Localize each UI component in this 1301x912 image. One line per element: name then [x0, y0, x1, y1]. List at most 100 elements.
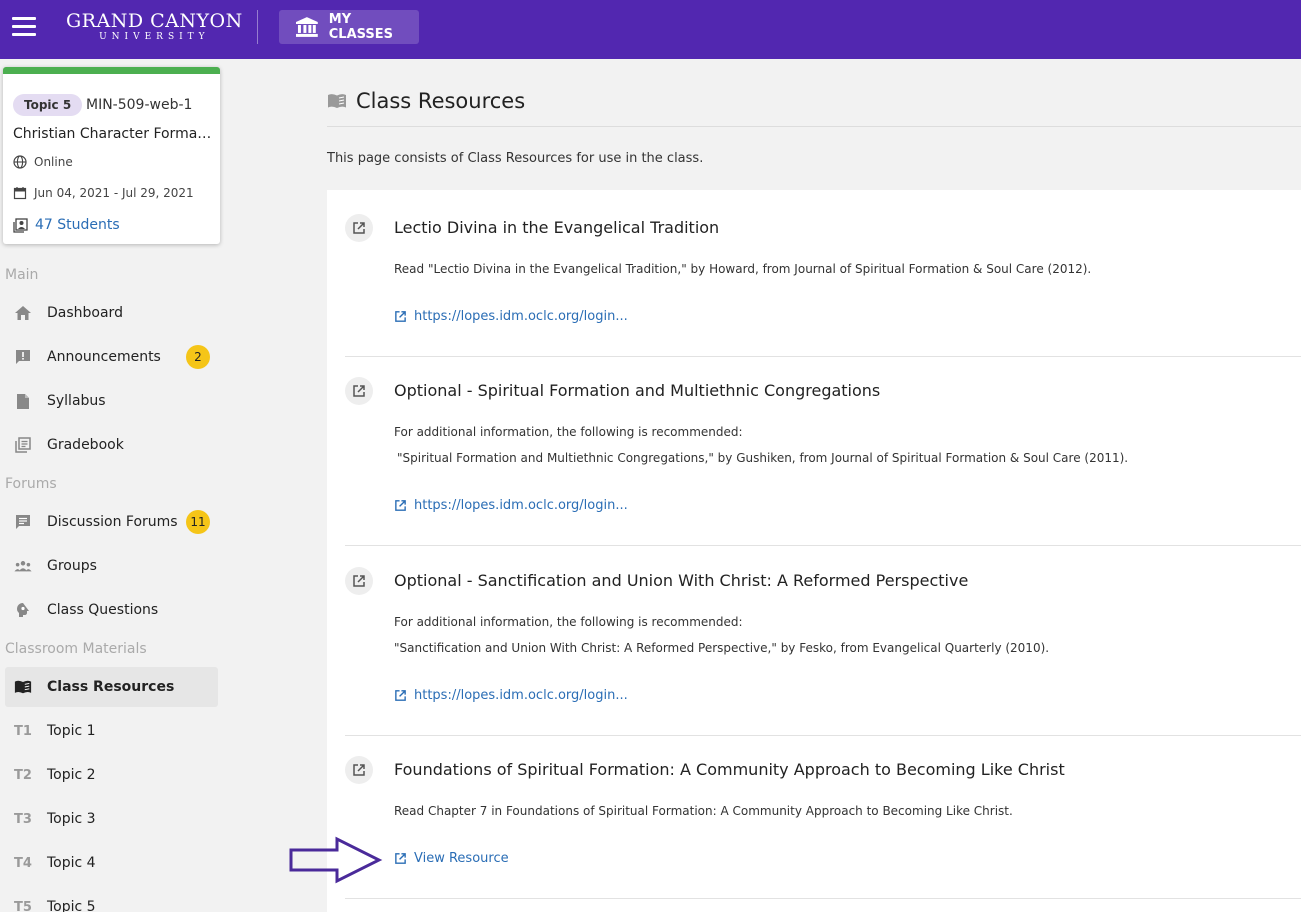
resource-description: Read "Lectio Divina in the Evangelical T…	[394, 262, 1092, 276]
menu-icon[interactable]	[12, 17, 36, 37]
logo-line1: GRAND CANYON	[66, 10, 243, 32]
home-icon	[14, 304, 32, 322]
sidebar: Topic 5 MIN-509-web-1 Christian Characte…	[0, 59, 233, 912]
title-divider	[327, 126, 1301, 127]
document-icon	[14, 392, 32, 410]
sidebar-item-label: Discussion Forums	[47, 514, 178, 530]
view-resource-link[interactable]: View Resource	[394, 851, 509, 866]
resource-divider	[345, 356, 1301, 357]
resource-title: Lectio Divina in the Evangelical Traditi…	[394, 218, 720, 237]
sidebar-item-label: Topic 2	[47, 767, 96, 783]
university-logo[interactable]: GRAND CANYON UNIVERSITY	[66, 10, 243, 42]
students-icon	[13, 217, 28, 233]
gradebook-icon	[14, 436, 32, 454]
sidebar-item-groups[interactable]: Groups	[5, 546, 218, 586]
external-link-icon[interactable]	[345, 567, 373, 595]
resource-title: Foundations of Spiritual Formation: A Co…	[394, 760, 1065, 779]
topic-code: T4	[14, 855, 32, 871]
resource-link[interactable]: https://lopes.idm.oclc.org/login...	[394, 498, 628, 513]
sidebar-item-topic-2[interactable]: T2 Topic 2	[5, 755, 218, 795]
sidebar-item-label: Topic 1	[47, 723, 96, 739]
resources-panel: Lectio Divina in the Evangelical Traditi…	[327, 190, 1301, 912]
sidebar-item-topic-1[interactable]: T1 Topic 1	[5, 711, 218, 751]
header-divider	[257, 10, 258, 44]
sidebar-item-label: Dashboard	[47, 305, 123, 321]
delivery-mode-text: Online	[34, 155, 73, 169]
logo-line2: UNIVERSITY	[99, 32, 210, 42]
resource-divider	[345, 898, 1301, 899]
date-range-text: Jun 04, 2021 - Jul 29, 2021	[34, 186, 194, 200]
book-icon	[328, 94, 346, 108]
sidebar-item-topic-5[interactable]: T5 Topic 5	[5, 887, 218, 912]
resource-link-text: View Resource	[414, 851, 509, 866]
resource-link-text: https://lopes.idm.oclc.org/login...	[414, 309, 628, 324]
section-materials-label: Classroom Materials	[5, 641, 147, 657]
resource-title: Optional - Sanctification and Union With…	[394, 571, 969, 590]
sidebar-item-dashboard[interactable]: Dashboard	[5, 293, 218, 333]
open-link-icon	[395, 853, 406, 864]
resource-description: Read Chapter 7 in Foundations of Spiritu…	[394, 804, 1013, 818]
open-link-icon	[395, 690, 406, 701]
students-link[interactable]: 47 Students	[13, 217, 120, 233]
sidebar-item-label: Gradebook	[47, 437, 124, 453]
sidebar-item-label: Topic 3	[47, 811, 96, 827]
top-bar: GRAND CANYON UNIVERSITY MY CLASSES	[0, 0, 1301, 59]
resource-link[interactable]: https://lopes.idm.oclc.org/login...	[394, 688, 628, 703]
sidebar-item-discussion-forums[interactable]: Discussion Forums 11	[5, 502, 218, 542]
open-link-icon	[395, 500, 406, 511]
section-forums-label: Forums	[5, 476, 57, 492]
calendar-icon	[13, 187, 27, 200]
my-classes-button[interactable]: MY CLASSES	[279, 10, 419, 44]
question-icon	[14, 601, 32, 619]
resource-title: Optional - Spiritual Formation and Multi…	[394, 381, 881, 400]
annotation-arrow-icon	[289, 836, 383, 884]
sidebar-item-label: Topic 4	[47, 855, 96, 871]
external-link-icon[interactable]	[345, 377, 373, 405]
topic-code: T1	[14, 723, 32, 739]
forums-count-badge: 11	[186, 510, 210, 534]
sidebar-item-topic-3[interactable]: T3 Topic 3	[5, 799, 218, 839]
topic-pill: Topic 5	[13, 94, 83, 116]
resource-description: For additional information, the followin…	[394, 425, 743, 439]
resource-link-text: https://lopes.idm.oclc.org/login...	[414, 498, 628, 513]
forum-icon	[14, 513, 32, 531]
globe-icon	[13, 155, 27, 169]
resource-divider	[345, 545, 1301, 546]
page-title-text: Class Resources	[356, 89, 526, 113]
main-content: Class Resources This page consists of Cl…	[233, 59, 1301, 912]
resource-citation: "Sanctification and Union With Christ: A…	[394, 641, 1050, 655]
resource-citation: "Spiritual Formation and Multiethnic Con…	[397, 451, 1129, 465]
topic-code: T5	[14, 899, 32, 912]
sidebar-item-syllabus[interactable]: Syllabus	[5, 381, 218, 421]
sidebar-item-label: Class Resources	[47, 679, 175, 695]
sidebar-item-class-questions[interactable]: Class Questions	[5, 590, 218, 630]
course-code: MIN-509-web-1	[86, 97, 193, 113]
resource-link-text: https://lopes.idm.oclc.org/login...	[414, 688, 628, 703]
topic-code: T2	[14, 767, 32, 783]
topic-code: T3	[14, 811, 32, 827]
sidebar-item-label: Class Questions	[47, 602, 159, 618]
page-intro: This page consists of Class Resources fo…	[327, 151, 704, 166]
institution-icon	[295, 17, 318, 37]
external-link-icon[interactable]	[345, 756, 373, 784]
announcement-icon	[14, 348, 32, 366]
groups-icon	[14, 557, 32, 575]
announcements-count-badge: 2	[186, 345, 210, 369]
book-icon	[14, 678, 32, 696]
sidebar-item-label: Announcements	[47, 349, 161, 365]
open-link-icon	[395, 311, 406, 322]
resource-description: For additional information, the followin…	[394, 615, 743, 629]
external-link-icon[interactable]	[345, 214, 373, 242]
sidebar-item-class-resources[interactable]: Class Resources	[5, 667, 218, 707]
sidebar-item-label: Groups	[47, 558, 97, 574]
sidebar-item-topic-4[interactable]: T4 Topic 4	[5, 843, 218, 883]
course-card[interactable]: Topic 5 MIN-509-web-1 Christian Characte…	[3, 67, 220, 244]
sidebar-item-gradebook[interactable]: Gradebook	[5, 425, 218, 465]
resource-divider	[345, 735, 1301, 736]
students-count: 47 Students	[35, 217, 120, 233]
my-classes-label: MY CLASSES	[328, 12, 394, 42]
resource-link[interactable]: https://lopes.idm.oclc.org/login...	[394, 309, 628, 324]
date-range: Jun 04, 2021 - Jul 29, 2021	[13, 186, 194, 200]
section-main-label: Main	[5, 267, 39, 283]
sidebar-item-announcements[interactable]: Announcements 2	[5, 337, 218, 377]
